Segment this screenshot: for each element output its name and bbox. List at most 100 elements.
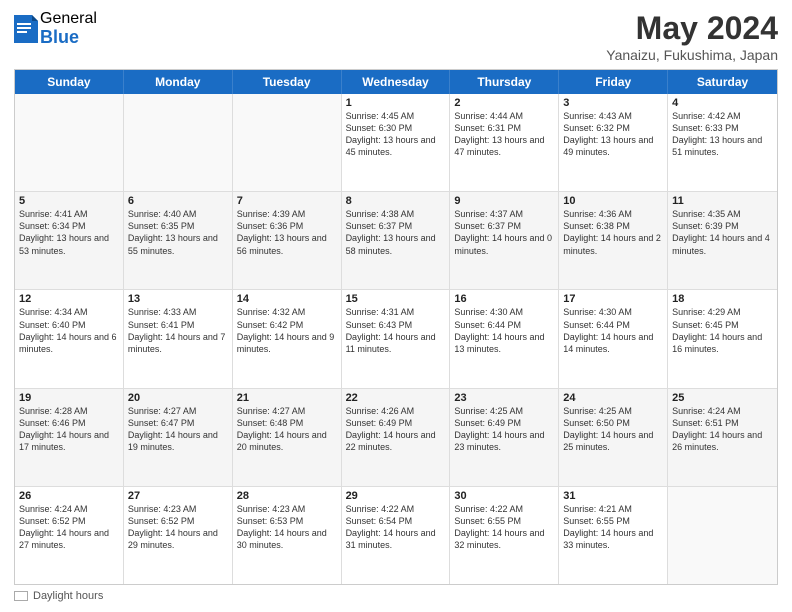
day-number: 31: [563, 490, 663, 502]
day-info: Sunrise: 4:27 AM Sunset: 6:48 PM Dayligh…: [237, 405, 337, 454]
header-wednesday: Wednesday: [342, 70, 451, 94]
day-number: 6: [128, 195, 228, 207]
cal-cell-w0-d0: [15, 94, 124, 191]
day-number: 30: [454, 490, 554, 502]
cal-cell-w3-d6: 25Sunrise: 4:24 AM Sunset: 6:51 PM Dayli…: [668, 389, 777, 486]
logo-text: General Blue: [40, 10, 97, 47]
day-number: 15: [346, 293, 446, 305]
day-number: 17: [563, 293, 663, 305]
cal-cell-w2-d6: 18Sunrise: 4:29 AM Sunset: 6:45 PM Dayli…: [668, 290, 777, 387]
day-number: 28: [237, 490, 337, 502]
day-info: Sunrise: 4:32 AM Sunset: 6:42 PM Dayligh…: [237, 306, 337, 355]
cal-cell-w1-d6: 11Sunrise: 4:35 AM Sunset: 6:39 PM Dayli…: [668, 192, 777, 289]
header-thursday: Thursday: [450, 70, 559, 94]
header-sunday: Sunday: [15, 70, 124, 94]
day-number: 25: [672, 392, 773, 404]
day-number: 22: [346, 392, 446, 404]
day-number: 10: [563, 195, 663, 207]
day-info: Sunrise: 4:24 AM Sunset: 6:51 PM Dayligh…: [672, 405, 773, 454]
day-info: Sunrise: 4:34 AM Sunset: 6:40 PM Dayligh…: [19, 306, 119, 355]
day-info: Sunrise: 4:23 AM Sunset: 6:52 PM Dayligh…: [128, 503, 228, 552]
cal-cell-w4-d2: 28Sunrise: 4:23 AM Sunset: 6:53 PM Dayli…: [233, 487, 342, 584]
day-number: 27: [128, 490, 228, 502]
cal-cell-w3-d5: 24Sunrise: 4:25 AM Sunset: 6:50 PM Dayli…: [559, 389, 668, 486]
day-info: Sunrise: 4:28 AM Sunset: 6:46 PM Dayligh…: [19, 405, 119, 454]
cal-cell-w4-d4: 30Sunrise: 4:22 AM Sunset: 6:55 PM Dayli…: [450, 487, 559, 584]
cal-cell-w0-d6: 4Sunrise: 4:42 AM Sunset: 6:33 PM Daylig…: [668, 94, 777, 191]
day-number: 2: [454, 97, 554, 109]
cal-row-4: 26Sunrise: 4:24 AM Sunset: 6:52 PM Dayli…: [15, 486, 777, 584]
day-number: 3: [563, 97, 663, 109]
footer-label: Daylight hours: [33, 590, 103, 602]
cal-cell-w4-d3: 29Sunrise: 4:22 AM Sunset: 6:54 PM Dayli…: [342, 487, 451, 584]
logo: General Blue: [14, 10, 97, 47]
cal-cell-w2-d5: 17Sunrise: 4:30 AM Sunset: 6:44 PM Dayli…: [559, 290, 668, 387]
header-friday: Friday: [559, 70, 668, 94]
header: General Blue May 2024 Yanaizu, Fukushima…: [14, 10, 778, 63]
cal-cell-w2-d0: 12Sunrise: 4:34 AM Sunset: 6:40 PM Dayli…: [15, 290, 124, 387]
cal-cell-w0-d3: 1Sunrise: 4:45 AM Sunset: 6:30 PM Daylig…: [342, 94, 451, 191]
cal-cell-w4-d0: 26Sunrise: 4:24 AM Sunset: 6:52 PM Dayli…: [15, 487, 124, 584]
day-number: 7: [237, 195, 337, 207]
location: Yanaizu, Fukushima, Japan: [606, 47, 778, 63]
logo-general: General: [40, 10, 97, 28]
day-info: Sunrise: 4:22 AM Sunset: 6:54 PM Dayligh…: [346, 503, 446, 552]
cal-cell-w1-d5: 10Sunrise: 4:36 AM Sunset: 6:38 PM Dayli…: [559, 192, 668, 289]
day-info: Sunrise: 4:44 AM Sunset: 6:31 PM Dayligh…: [454, 110, 554, 159]
cal-cell-w0-d5: 3Sunrise: 4:43 AM Sunset: 6:32 PM Daylig…: [559, 94, 668, 191]
calendar: Sunday Monday Tuesday Wednesday Thursday…: [14, 69, 778, 585]
day-number: 18: [672, 293, 773, 305]
day-number: 14: [237, 293, 337, 305]
day-number: 4: [672, 97, 773, 109]
cal-cell-w4-d6: [668, 487, 777, 584]
day-info: Sunrise: 4:22 AM Sunset: 6:55 PM Dayligh…: [454, 503, 554, 552]
day-number: 9: [454, 195, 554, 207]
cal-cell-w2-d2: 14Sunrise: 4:32 AM Sunset: 6:42 PM Dayli…: [233, 290, 342, 387]
day-number: 12: [19, 293, 119, 305]
cal-cell-w1-d1: 6Sunrise: 4:40 AM Sunset: 6:35 PM Daylig…: [124, 192, 233, 289]
day-info: Sunrise: 4:36 AM Sunset: 6:38 PM Dayligh…: [563, 208, 663, 257]
day-info: Sunrise: 4:43 AM Sunset: 6:32 PM Dayligh…: [563, 110, 663, 159]
day-number: 26: [19, 490, 119, 502]
day-number: 23: [454, 392, 554, 404]
day-info: Sunrise: 4:25 AM Sunset: 6:49 PM Dayligh…: [454, 405, 554, 454]
page: General Blue May 2024 Yanaizu, Fukushima…: [0, 0, 792, 612]
calendar-body: 1Sunrise: 4:45 AM Sunset: 6:30 PM Daylig…: [15, 94, 777, 584]
cal-cell-w3-d2: 21Sunrise: 4:27 AM Sunset: 6:48 PM Dayli…: [233, 389, 342, 486]
cal-cell-w1-d2: 7Sunrise: 4:39 AM Sunset: 6:36 PM Daylig…: [233, 192, 342, 289]
day-number: 8: [346, 195, 446, 207]
day-info: Sunrise: 4:30 AM Sunset: 6:44 PM Dayligh…: [563, 306, 663, 355]
day-number: 11: [672, 195, 773, 207]
day-info: Sunrise: 4:23 AM Sunset: 6:53 PM Dayligh…: [237, 503, 337, 552]
logo-icon: [14, 15, 38, 43]
day-number: 24: [563, 392, 663, 404]
day-info: Sunrise: 4:35 AM Sunset: 6:39 PM Dayligh…: [672, 208, 773, 257]
cal-cell-w3-d1: 20Sunrise: 4:27 AM Sunset: 6:47 PM Dayli…: [124, 389, 233, 486]
title-block: May 2024 Yanaizu, Fukushima, Japan: [606, 10, 778, 63]
day-info: Sunrise: 4:40 AM Sunset: 6:35 PM Dayligh…: [128, 208, 228, 257]
month-title: May 2024: [606, 10, 778, 47]
day-info: Sunrise: 4:38 AM Sunset: 6:37 PM Dayligh…: [346, 208, 446, 257]
day-number: 21: [237, 392, 337, 404]
cal-cell-w4-d5: 31Sunrise: 4:21 AM Sunset: 6:55 PM Dayli…: [559, 487, 668, 584]
day-number: 13: [128, 293, 228, 305]
day-number: 29: [346, 490, 446, 502]
header-tuesday: Tuesday: [233, 70, 342, 94]
day-number: 19: [19, 392, 119, 404]
cal-cell-w0-d2: [233, 94, 342, 191]
day-number: 1: [346, 97, 446, 109]
day-info: Sunrise: 4:26 AM Sunset: 6:49 PM Dayligh…: [346, 405, 446, 454]
cal-cell-w0-d4: 2Sunrise: 4:44 AM Sunset: 6:31 PM Daylig…: [450, 94, 559, 191]
day-number: 20: [128, 392, 228, 404]
cal-cell-w2-d3: 15Sunrise: 4:31 AM Sunset: 6:43 PM Dayli…: [342, 290, 451, 387]
day-info: Sunrise: 4:42 AM Sunset: 6:33 PM Dayligh…: [672, 110, 773, 159]
day-info: Sunrise: 4:41 AM Sunset: 6:34 PM Dayligh…: [19, 208, 119, 257]
cal-cell-w3-d0: 19Sunrise: 4:28 AM Sunset: 6:46 PM Dayli…: [15, 389, 124, 486]
day-info: Sunrise: 4:27 AM Sunset: 6:47 PM Dayligh…: [128, 405, 228, 454]
day-info: Sunrise: 4:30 AM Sunset: 6:44 PM Dayligh…: [454, 306, 554, 355]
cal-cell-w4-d1: 27Sunrise: 4:23 AM Sunset: 6:52 PM Dayli…: [124, 487, 233, 584]
day-info: Sunrise: 4:33 AM Sunset: 6:41 PM Dayligh…: [128, 306, 228, 355]
cal-cell-w1-d4: 9Sunrise: 4:37 AM Sunset: 6:37 PM Daylig…: [450, 192, 559, 289]
cal-cell-w0-d1: [124, 94, 233, 191]
logo-blue: Blue: [40, 28, 97, 48]
